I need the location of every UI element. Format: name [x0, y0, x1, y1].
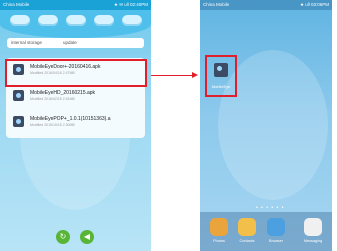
carrier-label: China Mobile — [203, 2, 230, 7]
back-button[interactable]: ◀ — [80, 230, 94, 244]
file-row-3[interactable]: MobileEyePOP+_1.0.1(10151363).a Modified… — [6, 112, 145, 132]
file-row-2[interactable]: MobileEyeHD_20160215.apk Modified 2016/0… — [6, 86, 145, 106]
arrow-line — [151, 75, 192, 76]
carrier-label: China Mobile — [3, 2, 30, 7]
page-indicator: • • • • • • — [256, 205, 285, 211]
category-icon[interactable] — [66, 15, 86, 26]
browser-icon[interactable] — [267, 218, 285, 236]
folder-icon[interactable] — [38, 15, 58, 26]
home-screen: China Mobile ★ ull 03:06PM • • • • • • P… — [200, 0, 332, 251]
refresh-button[interactable]: ↻ — [56, 230, 70, 244]
status-indicators: ★ ull 03:06PM — [299, 2, 329, 7]
search-icon[interactable] — [94, 15, 114, 26]
home-icon[interactable] — [10, 15, 30, 26]
arrow-head-icon — [192, 72, 198, 78]
breadcrumb-internal-storage[interactable]: internal storage — [11, 38, 42, 48]
status-bar: China Mobile ★ ✉ ull 02:40PM — [0, 0, 151, 10]
menu-icon[interactable] — [122, 15, 142, 26]
file-name: MobileEyePOP+_1.0.1(10151363).a — [30, 116, 111, 122]
file-meta: Modified 2016/02/15 2.51MB — [30, 97, 75, 101]
apk-file-icon — [13, 116, 24, 127]
file-name: MobileEyeHD_20160215.apk — [30, 90, 96, 96]
messaging-icon[interactable] — [304, 218, 322, 236]
dock-label-browser: Browser — [269, 239, 283, 243]
file-manager-screen: China Mobile ★ ✉ ull 02:40PM internal st… — [0, 0, 151, 251]
breadcrumb: internal storage update — [7, 38, 144, 48]
highlight-box-app — [205, 55, 237, 97]
status-indicators: ★ ✉ ull 02:40PM — [113, 2, 148, 7]
breadcrumb-update[interactable]: update — [63, 38, 77, 48]
highlight-box-file — [5, 59, 147, 87]
apk-file-icon — [13, 90, 24, 101]
photos-icon[interactable] — [210, 218, 228, 236]
dock-label-photos: Photos — [213, 239, 225, 243]
contacts-icon[interactable] — [238, 218, 256, 236]
dock-label-contacts: Contacts — [239, 239, 255, 243]
status-bar: China Mobile ★ ull 03:06PM — [200, 0, 332, 10]
file-meta: Modified 2015/10/15 2.30MB — [30, 123, 75, 127]
dock-label-messaging: Messaging — [303, 239, 323, 243]
